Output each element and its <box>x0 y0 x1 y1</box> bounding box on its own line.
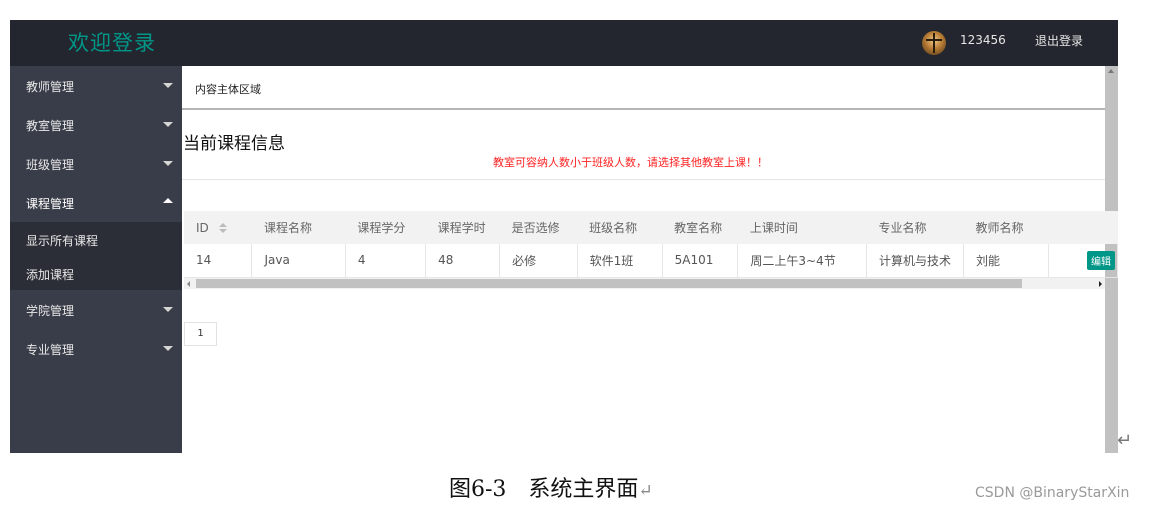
submenu-item-label: 显示所有课程 <box>26 234 99 248</box>
return-mark-icon: ↵ <box>638 481 653 501</box>
edit-button[interactable]: 编辑 <box>1087 250 1115 270</box>
submenu-item-add-course[interactable]: 添加课程 <box>10 256 182 290</box>
app-window: 欢迎登录 123456 退出登录 教师管理 教室管理 班级管理 课程管理 显示所… <box>10 20 1118 453</box>
column-header: 上课时间 <box>749 221 798 235</box>
sidebar-item-label: 教师管理 <box>26 80 75 94</box>
sidebar-item-course[interactable]: 课程管理 <box>10 183 182 222</box>
sidebar-item-major[interactable]: 专业管理 <box>10 329 182 368</box>
column-header-actions <box>1049 211 1118 244</box>
table-cell: 必修 <box>499 244 578 278</box>
app-logo-title: 欢迎登录 <box>68 31 156 55</box>
pagination-page-button[interactable]: 1 <box>184 322 217 346</box>
scrollbar-thumb[interactable] <box>196 279 1022 288</box>
column-header: 教室名称 <box>674 221 723 235</box>
divider <box>182 179 1105 180</box>
table-cell: 14 <box>184 244 253 278</box>
caret-up-icon <box>163 198 173 203</box>
screenshot-stage: 欢迎登录 123456 退出登录 教师管理 教室管理 班级管理 课程管理 显示所… <box>0 0 1170 512</box>
scroll-left-icon[interactable] <box>187 281 190 287</box>
figure-caption: 图6-3 系统主界面↵ <box>449 471 653 503</box>
page-title: 当前课程信息 <box>183 134 285 154</box>
sidebar-item-teacher[interactable]: 教师管理 <box>10 66 182 105</box>
sidebar-item-college[interactable]: 学院管理 <box>10 290 182 329</box>
scroll-right-icon[interactable] <box>1099 281 1102 287</box>
caret-down-icon <box>163 83 173 88</box>
table-cell: 计算机与技术 <box>866 244 965 278</box>
top-header: 欢迎登录 123456 退出登录 <box>10 20 1118 66</box>
sidebar-item-label: 教室管理 <box>26 119 75 133</box>
course-submenu: 显示所有课程 添加课程 <box>10 222 182 290</box>
table-cell: 48 <box>425 244 501 278</box>
sidebar-item-label: 专业管理 <box>26 343 75 357</box>
caret-down-icon <box>163 161 173 166</box>
caret-down-icon <box>163 122 173 127</box>
table-header-row: ID 课程名称 课程学分 课程学时 是否选修 班级名称 教室名称 上课时间 专业… <box>184 211 1118 244</box>
table-cell: 刘能 <box>963 244 1049 278</box>
sidebar-item-label: 学院管理 <box>26 304 75 318</box>
column-header: 是否选修 <box>511 221 560 235</box>
sidebar-item-class[interactable]: 班级管理 <box>10 144 182 183</box>
watermark: CSDN @BinaryStarXin <box>975 485 1130 501</box>
sidebar-item-label: 班级管理 <box>26 158 75 172</box>
return-mark-icon: ↵ <box>1117 430 1133 451</box>
caret-down-icon <box>163 346 173 351</box>
sidebar-item-label: 课程管理 <box>26 197 75 211</box>
sort-icon[interactable] <box>218 223 227 233</box>
avatar-cross-bar <box>926 39 942 41</box>
column-header-id[interactable]: ID <box>184 211 252 244</box>
column-header-label: ID <box>196 220 209 235</box>
sidebar-item-classroom[interactable]: 教室管理 <box>10 105 182 144</box>
course-table: ID 课程名称 课程学分 课程学时 是否选修 班级名称 教室名称 上课时间 专业… <box>184 211 1118 278</box>
table-cell: 4 <box>345 244 427 278</box>
table-cell-actions: 编辑 <box>1048 244 1118 278</box>
table-cell: Java <box>251 244 346 278</box>
scroll-up-icon[interactable] <box>1108 69 1114 73</box>
logout-link[interactable]: 退出登录 <box>1035 32 1083 49</box>
main-content: 内容主体区域 当前课程信息 教室可容纳人数小于班级人数，请选择其他教室上课！！ … <box>182 66 1118 453</box>
figure-caption-text: 图6-3 系统主界面 <box>449 477 639 502</box>
column-header: 课程名称 <box>263 221 312 235</box>
tab-content-area[interactable]: 内容主体区域 <box>195 81 261 97</box>
table-cell: 5A101 <box>662 244 739 278</box>
avatar-cross-mark <box>933 33 935 53</box>
column-header: 课程学分 <box>357 221 406 235</box>
column-header: 课程学时 <box>437 221 486 235</box>
username-label[interactable]: 123456 <box>960 33 1006 47</box>
content-tab-bar: 内容主体区域 <box>182 66 1105 110</box>
table-cell: 周二上午3~4节 <box>737 244 867 278</box>
horizontal-scrollbar[interactable] <box>184 278 1105 289</box>
warning-message: 教室可容纳人数小于班级人数，请选择其他教室上课！！ <box>493 156 768 169</box>
submenu-item-label: 添加课程 <box>26 268 75 282</box>
table-cell: 软件1班 <box>577 244 663 278</box>
column-header: 教师名称 <box>975 221 1024 235</box>
table-row: 14 Java 4 48 必修 软件1班 5A101 周二上午3~4节 计算机与… <box>184 244 1118 278</box>
column-header: 专业名称 <box>878 221 927 235</box>
submenu-item-show-courses[interactable]: 显示所有课程 <box>10 222 182 256</box>
user-avatar-icon[interactable] <box>922 31 946 55</box>
column-header: 班级名称 <box>589 221 638 235</box>
caret-down-icon <box>163 307 173 312</box>
sidebar-nav: 教师管理 教室管理 班级管理 课程管理 显示所有课程 添加课程 学院管理 专业管… <box>10 66 182 453</box>
